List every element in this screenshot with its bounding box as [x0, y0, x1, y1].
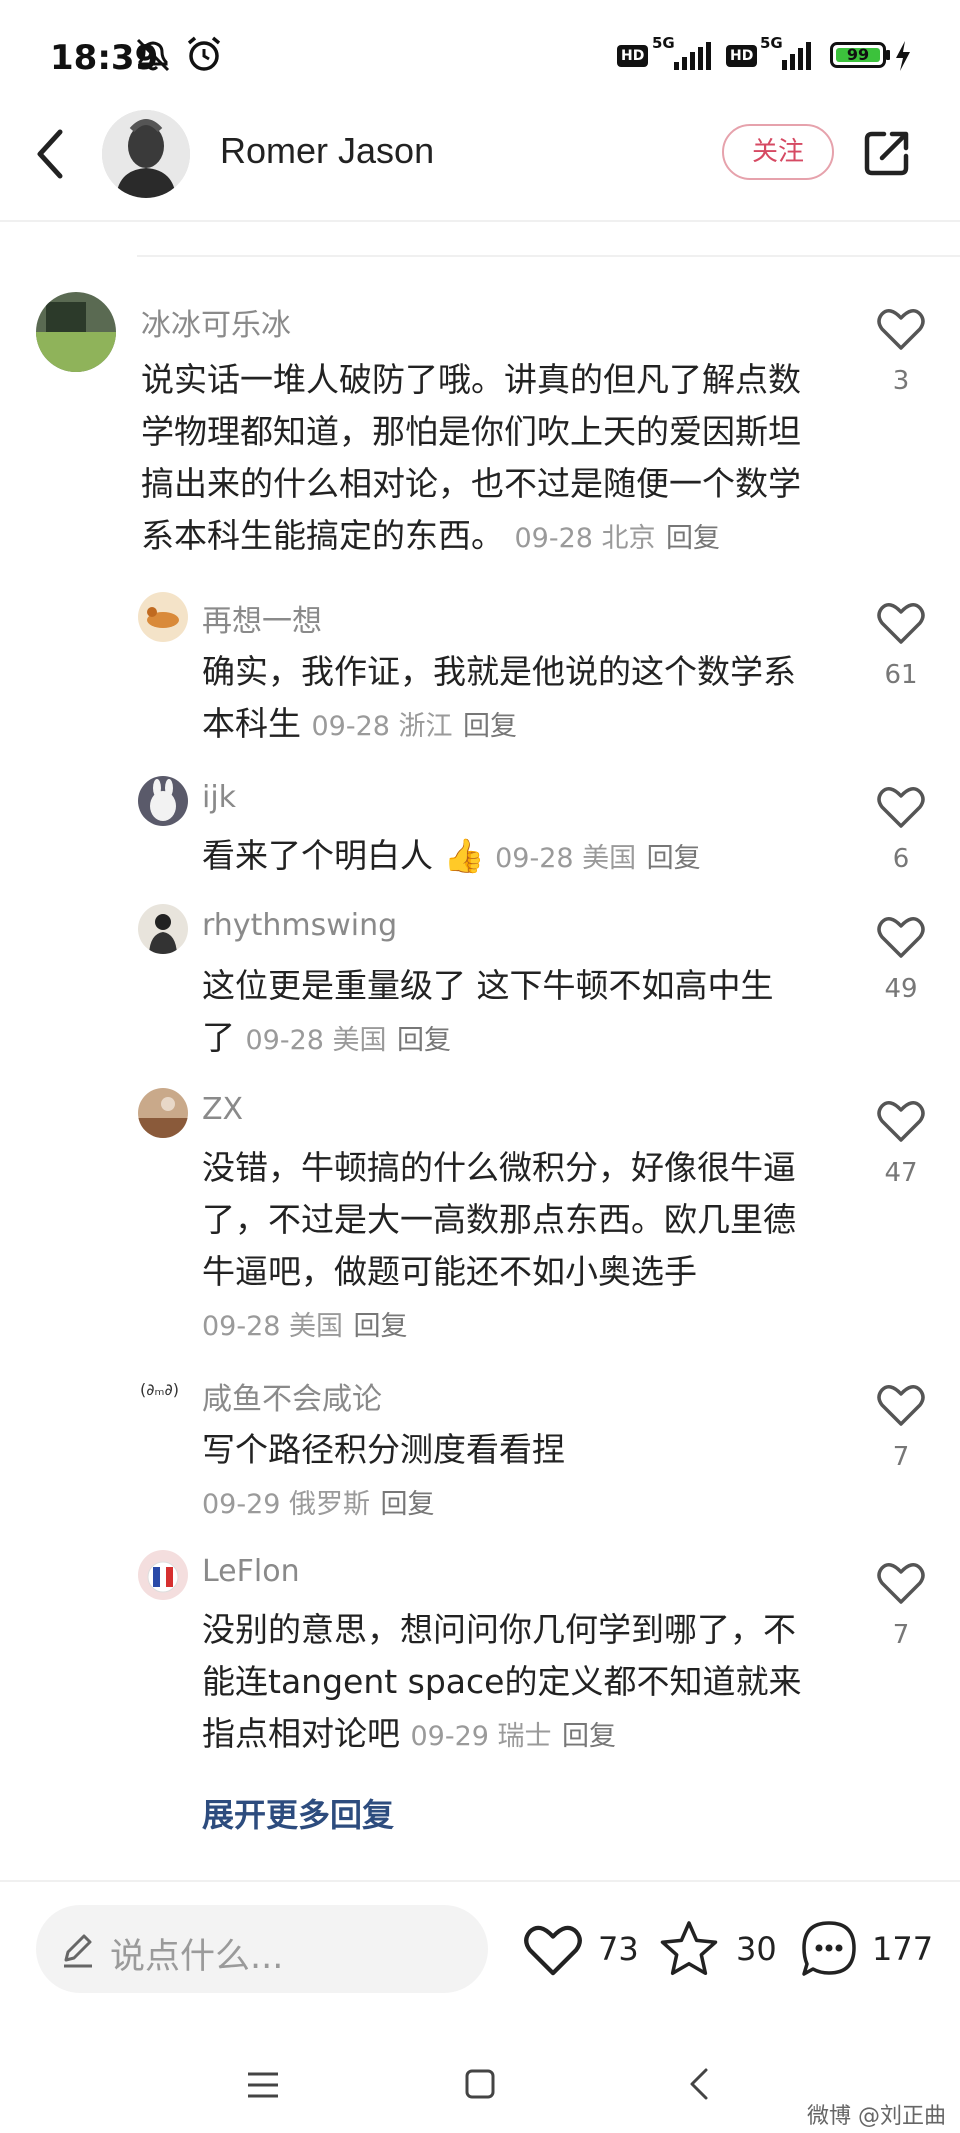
- heart-icon[interactable]: [876, 784, 926, 830]
- avatar[interactable]: [138, 1088, 188, 1138]
- reply-meta: 09-28 美国: [495, 843, 637, 874]
- heart-icon[interactable]: [876, 1098, 926, 1144]
- reply-line: 牛逼吧，做题可能还不如小奥选手: [202, 1252, 697, 1291]
- pencil-icon: [64, 1934, 92, 1968]
- share-icon[interactable]: [862, 128, 912, 178]
- author-name[interactable]: Romer Jason: [220, 130, 434, 172]
- comment-meta: 09-28 北京: [514, 523, 656, 554]
- like-count: 7: [892, 1620, 910, 1650]
- reply-line: 写个路径积分测度看看捏: [202, 1430, 565, 1469]
- reply-meta: 09-28 美国: [202, 1311, 344, 1342]
- reply-line: 没错，牛顿搞的什么微积分，好像很牛逼: [202, 1148, 796, 1187]
- avatar[interactable]: [138, 1550, 188, 1600]
- heart-icon[interactable]: [876, 914, 926, 960]
- header-divider: [0, 220, 960, 222]
- star-icon[interactable]: [658, 1918, 720, 1980]
- heart-icon[interactable]: [876, 1560, 926, 1606]
- reply-username[interactable]: LeFlon: [202, 1554, 300, 1589]
- back-icon[interactable]: [30, 126, 70, 182]
- reply-text: 没错，牛顿搞的什么微积分，好像很牛逼 了，不过是大一高数那点东西。欧几里德 牛逼…: [202, 1142, 842, 1353]
- reply-line: 了: [202, 1018, 235, 1057]
- avatar[interactable]: [138, 776, 188, 826]
- like-count: 6: [892, 844, 910, 874]
- reply-link[interactable]: 回复: [562, 1721, 616, 1752]
- avatar[interactable]: [36, 292, 116, 372]
- heart-icon[interactable]: [876, 306, 926, 352]
- signal-icon-2: [782, 42, 811, 70]
- like-total: 73: [598, 1930, 639, 1968]
- reply-link[interactable]: 回复: [381, 1489, 435, 1520]
- follow-button[interactable]: 关注: [722, 124, 834, 180]
- reply-text: 写个路径积分测度看看捏 09-29 俄罗斯 回复: [202, 1424, 842, 1531]
- reply-username[interactable]: ijk: [202, 780, 236, 815]
- comment-text: 说实话一堆人破防了哦。讲真的但凡了解点数 学物理都知道，那怕是你们吹上天的爱因斯…: [141, 354, 841, 565]
- home-icon[interactable]: [464, 2068, 496, 2100]
- reply-meta: 09-28 美国: [245, 1025, 387, 1056]
- charging-icon: [896, 41, 910, 71]
- reply-link[interactable]: 回复: [647, 843, 701, 874]
- comment-total: 177: [872, 1930, 934, 1968]
- reply-text: 这位更是重量级了 这下牛顿不如高中生 了 09-28 美国 回复: [202, 960, 842, 1067]
- reply-line: 这位更是重量级了 这下牛顿不如高中生: [202, 966, 774, 1005]
- like-count: 47: [884, 1158, 918, 1188]
- reply-username[interactable]: ZX: [202, 1092, 243, 1127]
- reply-username[interactable]: 再想一想: [202, 596, 322, 640]
- battery-icon: 99: [830, 42, 886, 68]
- reply-line: 看来了个明白人 👍: [202, 836, 485, 875]
- avatar[interactable]: [138, 592, 188, 642]
- heart-icon[interactable]: [876, 600, 926, 646]
- star-total: 30: [736, 1930, 777, 1968]
- avatar[interactable]: [138, 904, 188, 954]
- reply-link[interactable]: 回复: [354, 1311, 408, 1342]
- status-bar: 18:39 HD 5G HD 5G 99: [0, 0, 960, 110]
- nav-back-icon[interactable]: [686, 2066, 712, 2102]
- menu-icon[interactable]: [246, 2070, 280, 2100]
- battery-level: 99: [846, 45, 870, 64]
- reply-link[interactable]: 回复: [666, 523, 720, 554]
- hd-badge: HD: [617, 45, 649, 67]
- reply-meta: 09-28 浙江: [311, 711, 453, 742]
- reply-meta: 09-29 俄罗斯: [202, 1489, 371, 1520]
- alarm-icon: [187, 36, 221, 71]
- like-heart-icon[interactable]: [522, 1922, 584, 1978]
- avatar[interactable]: (∂ₘ∂): [140, 1380, 179, 1399]
- reply-meta: 09-29 瑞士: [410, 1721, 552, 1752]
- comment-line: 搞出来的什么相对论，也不过是随便一个数学: [141, 464, 801, 503]
- comment-line: 学物理都知道，那怕是你们吹上天的爱因斯坦: [141, 412, 801, 451]
- expand-more-replies[interactable]: 展开更多回复: [202, 1790, 394, 1836]
- reply-username[interactable]: rhythmswing: [202, 908, 397, 943]
- watermark: 微博 @刘正曲: [807, 2104, 946, 2129]
- reply-line: 指点相对论吧: [202, 1714, 400, 1753]
- mute-bell-icon: [136, 38, 170, 72]
- signal-icon: [674, 42, 711, 70]
- reply-line: 确实，我作证，我就是他说的这个数学系: [202, 652, 796, 691]
- bottom-divider: [0, 1880, 960, 1882]
- like-count: 7: [892, 1442, 910, 1472]
- reply-line: 本科生: [202, 704, 301, 743]
- heart-icon[interactable]: [876, 1382, 926, 1428]
- reply-link[interactable]: 回复: [463, 711, 517, 742]
- comment-bubble-icon[interactable]: [798, 1918, 860, 1980]
- hd-badge-2: HD: [726, 45, 758, 67]
- reply-text: 看来了个明白人 👍 09-28 美国 回复: [202, 830, 842, 885]
- reply-text: 没别的意思，想问问你几何学到哪了，不 能连tangent space的定义都不知…: [202, 1604, 842, 1763]
- reply-link[interactable]: 回复: [397, 1025, 451, 1056]
- reply-line: 能连tangent space的定义都不知道就来: [202, 1662, 802, 1701]
- like-count: 49: [884, 974, 918, 1004]
- like-count: 61: [884, 660, 918, 690]
- comment-input-placeholder[interactable]: 说点什么...: [110, 1928, 283, 1979]
- comment-line: 系本科生能搞定的东西。: [141, 516, 504, 555]
- comment-line: 说实话一堆人破防了哦。讲真的但凡了解点数: [141, 360, 801, 399]
- like-count: 3: [892, 366, 910, 396]
- reply-line: 了，不过是大一高数那点东西。欧几里德: [202, 1200, 796, 1239]
- author-avatar[interactable]: [102, 110, 190, 198]
- comment-username[interactable]: 冰冰可乐冰: [141, 300, 291, 344]
- reply-username[interactable]: 咸鱼不会咸论: [202, 1374, 382, 1418]
- reply-line: 没别的意思，想问问你几何学到哪了，不: [202, 1610, 796, 1649]
- section-divider: [137, 255, 960, 257]
- reply-text: 确实，我作证，我就是他说的这个数学系 本科生 09-28 浙江 回复: [202, 646, 842, 753]
